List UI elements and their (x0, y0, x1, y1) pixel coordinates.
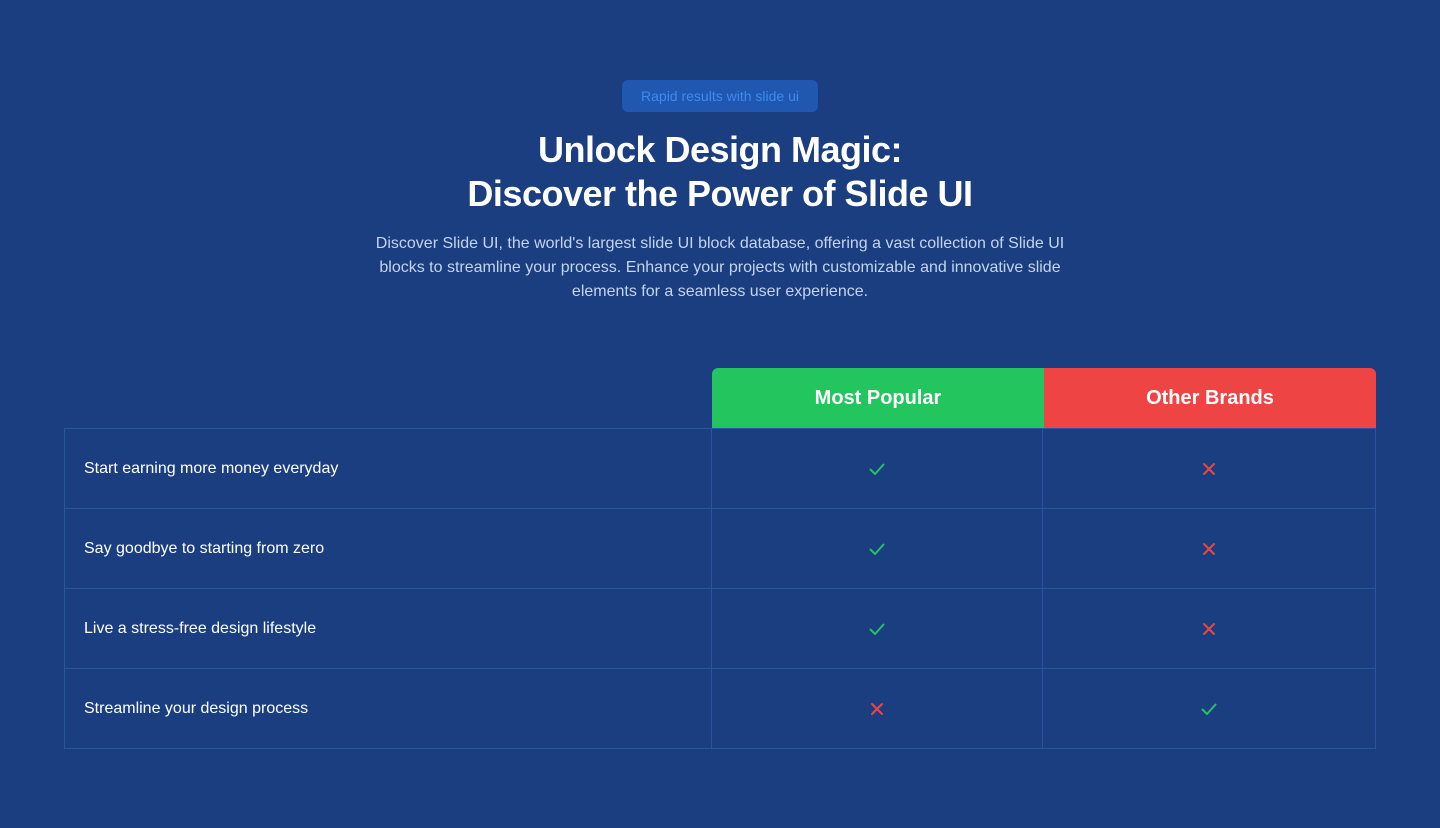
feature-label: Live a stress-free design lifestyle (65, 589, 712, 668)
feature-label: Say goodbye to starting from zero (65, 509, 712, 588)
check-icon (868, 540, 886, 558)
column-header-most-popular: Most Popular (712, 368, 1044, 428)
table-row: Streamline your design process (65, 668, 1375, 748)
popular-cell (712, 589, 1044, 668)
cross-icon (1200, 540, 1218, 558)
popular-cell (712, 429, 1044, 508)
section-description: Discover Slide UI, the world's largest s… (375, 235, 1065, 300)
table-row: Say goodbye to starting from zero (65, 508, 1375, 588)
cross-icon (1200, 460, 1218, 478)
cross-icon (868, 700, 886, 718)
other-cell (1043, 669, 1375, 748)
popular-cell (712, 509, 1044, 588)
table-row: Live a stress-free design lifestyle (65, 588, 1375, 668)
check-icon (868, 620, 886, 638)
comparison-table: Start earning more money everyday Say go… (64, 428, 1376, 749)
title-line-2: Discover the Power of Slide UI (467, 173, 973, 214)
feature-label: Streamline your design process (65, 669, 712, 748)
other-cell (1043, 429, 1375, 508)
check-icon (1200, 700, 1218, 718)
title-line-1: Unlock Design Magic: (537, 129, 903, 170)
popular-cell (712, 669, 1044, 748)
table-row: Start earning more money everyday (65, 428, 1375, 508)
column-header-other-brands: Other Brands (1044, 368, 1376, 428)
other-cell (1043, 589, 1375, 668)
page-title: Unlock Design Magic: Discover the Power … (320, 128, 1120, 216)
check-icon (868, 460, 886, 478)
feature-label: Start earning more money everyday (65, 429, 712, 508)
other-cell (1043, 509, 1375, 588)
section-badge: Rapid results with slide ui (622, 80, 818, 112)
cross-icon (1200, 620, 1218, 638)
comparison-section: Rapid results with slide ui Unlock Desig… (0, 0, 1440, 828)
